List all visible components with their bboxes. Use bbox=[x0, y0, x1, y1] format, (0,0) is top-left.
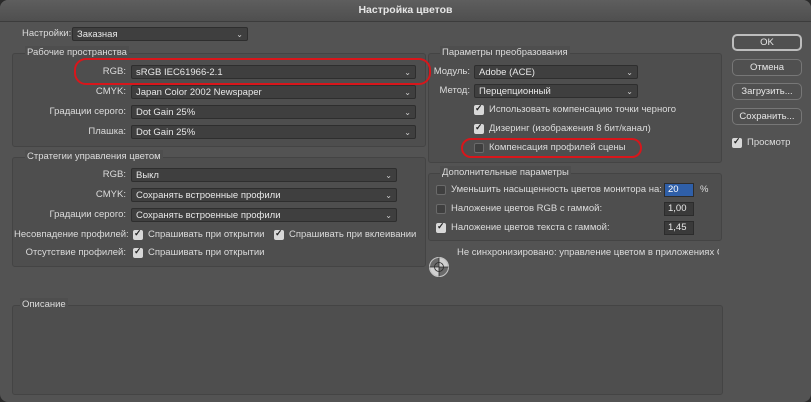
cancel-button[interactable]: Отмена bbox=[732, 59, 802, 76]
chevron-down-icon: ⌄ bbox=[404, 128, 411, 137]
intent-value: Перцепционный bbox=[479, 86, 551, 97]
load-button[interactable]: Загрузить... bbox=[732, 83, 802, 100]
preview-checkbox[interactable] bbox=[732, 136, 742, 148]
chevron-down-icon: ⌄ bbox=[385, 171, 392, 180]
chevron-down-icon: ⌄ bbox=[404, 88, 411, 97]
desaturate-input[interactable]: 20 bbox=[664, 183, 694, 197]
pol-gray-label: Градации серого: bbox=[49, 209, 126, 220]
pol-cmyk-value: Сохранять встроенные профили bbox=[136, 190, 281, 201]
blend-rgb-checkbox[interactable] bbox=[436, 204, 446, 214]
sync-status-icon bbox=[428, 256, 450, 278]
desaturate-checkbox[interactable] bbox=[436, 185, 446, 195]
settings-label: Настройки: bbox=[22, 28, 72, 39]
mismatch-paste-label: Спрашивать при вклеивании bbox=[289, 229, 417, 240]
pol-cmyk-select[interactable]: Сохранять встроенные профили ⌄ bbox=[131, 188, 397, 202]
mismatch-open-label: Спрашивать при открытии bbox=[148, 229, 265, 240]
engine-value: Adobe (ACE) bbox=[479, 67, 535, 78]
dither-checkbox[interactable] bbox=[474, 122, 484, 134]
intent-select[interactable]: Перцепционный ⌄ bbox=[474, 84, 638, 98]
mismatch-open-checkbox[interactable] bbox=[133, 228, 143, 240]
chevron-down-icon: ⌄ bbox=[385, 211, 392, 220]
policies-title: Стратегии управления цветом bbox=[25, 150, 163, 164]
ws-cmyk-select[interactable]: Japan Color 2002 Newspaper ⌄ bbox=[131, 85, 416, 99]
blend-text-label: Наложение цветов текста с гаммой: bbox=[451, 222, 610, 233]
blend-rgb-input[interactable]: 1,00 bbox=[664, 202, 694, 216]
color-settings-dialog: Настройка цветов Настройки: Заказная ⌄ Ра… bbox=[0, 0, 811, 402]
desaturate-label: Уменьшить насыщенность цветов монитора н… bbox=[451, 184, 662, 195]
ws-gray-select[interactable]: Dot Gain 25% ⌄ bbox=[131, 105, 416, 119]
chevron-down-icon: ⌄ bbox=[385, 191, 392, 200]
engine-label: Модуль: bbox=[433, 66, 470, 77]
ws-gray-value: Dot Gain 25% bbox=[136, 107, 196, 118]
desaturate-unit: % bbox=[700, 184, 709, 195]
chevron-down-icon: ⌄ bbox=[236, 30, 243, 39]
window-title: Настройка цветов bbox=[0, 0, 811, 22]
ws-spot-select[interactable]: Dot Gain 25% ⌄ bbox=[131, 125, 416, 139]
scene-highlight-ring bbox=[461, 138, 642, 158]
missing-label: Отсутствие профилей: bbox=[25, 247, 126, 258]
pol-rgb-select[interactable]: Выкл ⌄ bbox=[131, 168, 397, 182]
ok-button[interactable]: OK bbox=[732, 34, 802, 51]
mismatch-paste-checkbox[interactable] bbox=[274, 228, 284, 240]
blend-rgb-label: Наложение цветов RGB с гаммой: bbox=[451, 203, 603, 214]
save-button[interactable]: Сохранить... bbox=[732, 108, 802, 125]
blend-text-checkbox[interactable] bbox=[436, 221, 446, 233]
chevron-down-icon: ⌄ bbox=[404, 108, 411, 117]
settings-value: Заказная bbox=[77, 29, 118, 40]
pol-gray-value: Сохранять встроенные профили bbox=[136, 210, 281, 221]
dither-label: Дизеринг (изображения 8 бит/канал) bbox=[489, 123, 651, 134]
engine-select[interactable]: Adobe (ACE) ⌄ bbox=[474, 65, 638, 79]
blend-text-input[interactable]: 1,45 bbox=[664, 221, 694, 235]
pol-rgb-value: Выкл bbox=[136, 170, 159, 181]
black-point-checkbox[interactable] bbox=[474, 103, 484, 115]
chevron-down-icon: ⌄ bbox=[626, 68, 633, 77]
ws-cmyk-label: CMYK: bbox=[95, 86, 126, 97]
pol-cmyk-label: CMYK: bbox=[95, 189, 126, 200]
missing-open-label: Спрашивать при открытии bbox=[148, 247, 265, 258]
description-title: Описание bbox=[20, 298, 68, 312]
description-group bbox=[12, 305, 723, 395]
pol-gray-select[interactable]: Сохранять встроенные профили ⌄ bbox=[131, 208, 397, 222]
advanced-title: Дополнительные параметры bbox=[440, 166, 571, 180]
black-point-label: Использовать компенсацию точки черного bbox=[489, 104, 677, 115]
mismatch-label: Несовпадение профилей: bbox=[14, 229, 129, 240]
chevron-down-icon: ⌄ bbox=[626, 87, 633, 96]
pol-rgb-label: RGB: bbox=[102, 169, 126, 180]
ws-spot-value: Dot Gain 25% bbox=[136, 127, 196, 138]
ws-spot-label: Плашка: bbox=[88, 126, 126, 137]
settings-select[interactable]: Заказная ⌄ bbox=[72, 27, 248, 41]
ws-gray-label: Градации серого: bbox=[49, 106, 126, 117]
missing-open-checkbox[interactable] bbox=[133, 246, 143, 258]
intent-label: Метод: bbox=[439, 85, 471, 96]
conversion-title: Параметры преобразования bbox=[440, 46, 570, 60]
rgb-highlight-ring bbox=[74, 58, 431, 85]
ws-cmyk-value: Japan Color 2002 Newspaper bbox=[136, 87, 262, 98]
sync-status-text: Не синхронизировано: управление цветом в… bbox=[457, 247, 719, 258]
preview-label: Просмотр bbox=[747, 137, 791, 148]
